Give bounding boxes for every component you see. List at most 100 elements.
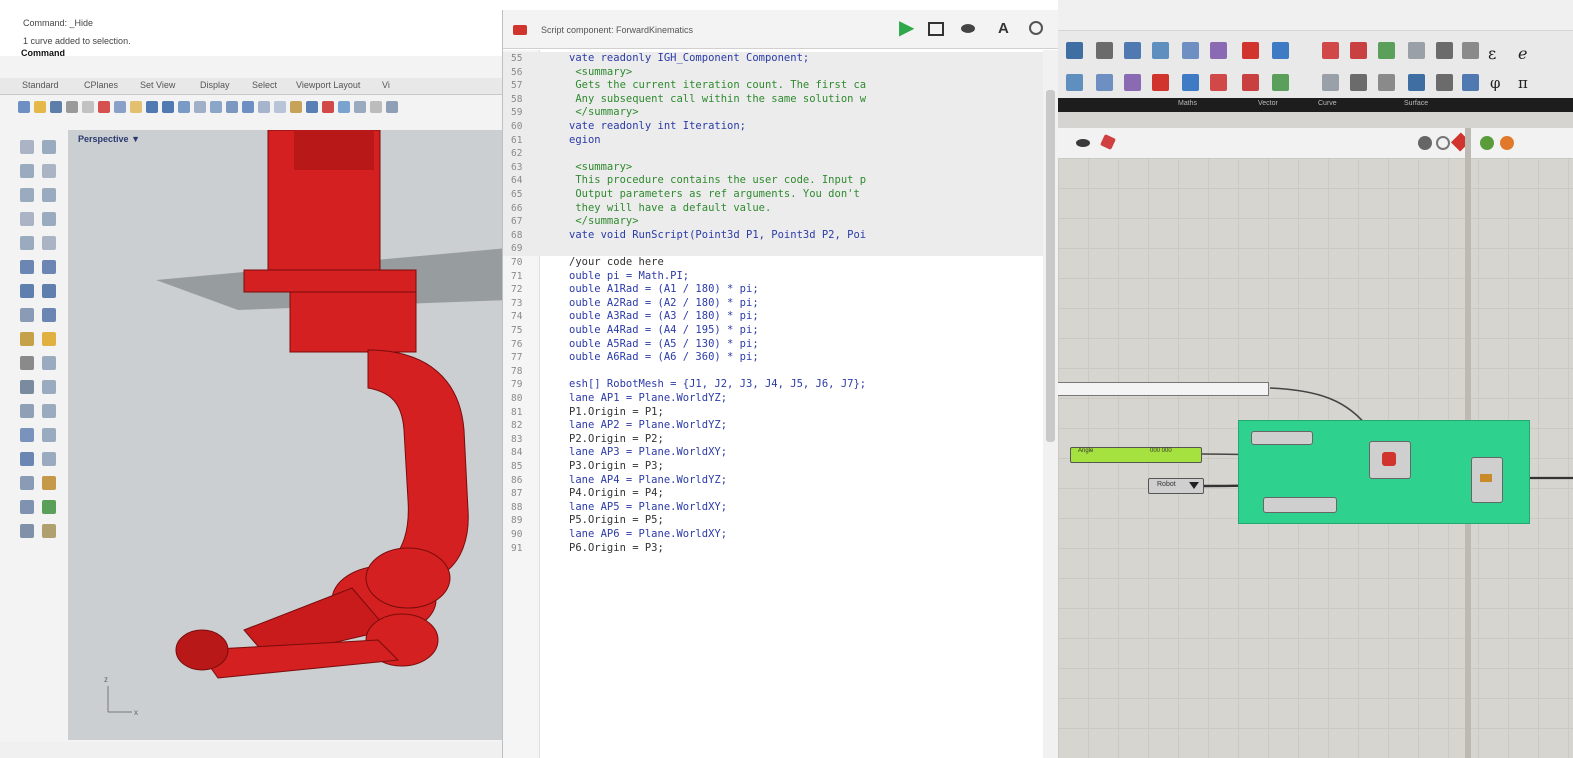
code-line[interactable]: 68 vate void RunScript(Point3d P1, Point3… bbox=[503, 228, 1043, 243]
join-icon[interactable] bbox=[20, 380, 34, 394]
four-views-icon[interactable] bbox=[274, 101, 286, 113]
grid-icon[interactable] bbox=[306, 101, 318, 113]
rotate-icon[interactable] bbox=[20, 428, 34, 442]
code-line[interactable]: 75 ouble A4Rad = (A4 / 195) * pi; bbox=[503, 324, 1043, 338]
dimension-icon[interactable] bbox=[20, 332, 34, 346]
extrude-icon[interactable] bbox=[42, 260, 56, 274]
script-component[interactable] bbox=[1369, 441, 1411, 479]
code-line[interactable]: 55 vate readonly IGH_Component Component; bbox=[503, 52, 1043, 66]
component-tab-icon[interactable] bbox=[1436, 42, 1453, 59]
solid-icon[interactable] bbox=[20, 284, 34, 298]
mesh-icon[interactable] bbox=[20, 308, 34, 322]
settings-icon[interactable] bbox=[1029, 21, 1043, 35]
zoom-extents-icon[interactable] bbox=[242, 101, 254, 113]
text-icon[interactable] bbox=[42, 332, 56, 346]
code-line[interactable]: 63 <summary> bbox=[503, 160, 1043, 175]
ribbon-group-label[interactable]: Vector bbox=[1258, 100, 1278, 107]
code-line[interactable]: 84 lane AP3 = Plane.WorldXY; bbox=[503, 446, 1043, 460]
polygon-icon[interactable] bbox=[42, 212, 56, 226]
component-tab-icon[interactable] bbox=[1272, 74, 1289, 91]
open-icon[interactable] bbox=[34, 101, 46, 113]
zoom-selected-icon[interactable] bbox=[258, 101, 270, 113]
code-line[interactable]: 85 P3.Origin = P3; bbox=[503, 460, 1043, 474]
tab-viewport-layout[interactable]: Viewport Layout bbox=[296, 80, 360, 90]
boolean-toggle[interactable] bbox=[1251, 431, 1313, 445]
tab-select[interactable]: Select bbox=[252, 80, 277, 90]
code-line[interactable]: 89 P5.Origin = P5; bbox=[503, 514, 1043, 528]
code-line[interactable]: 80 lane AP1 = Plane.WorldYZ; bbox=[503, 392, 1043, 406]
component-tab-icon[interactable] bbox=[1408, 74, 1425, 91]
object-properties-icon[interactable] bbox=[322, 101, 334, 113]
run-icon[interactable]: ▶ bbox=[899, 17, 914, 39]
component-group[interactable] bbox=[1238, 420, 1530, 524]
code-line[interactable]: 58 Any subsequent call within the same s… bbox=[503, 92, 1043, 107]
component-tab-icon[interactable] bbox=[1066, 42, 1083, 59]
component-tab-icon[interactable] bbox=[1152, 42, 1169, 59]
code-line[interactable]: 74 ouble A3Rad = (A3 / 180) * pi; bbox=[503, 310, 1043, 324]
split-icon[interactable] bbox=[42, 356, 56, 370]
component-tab-icon[interactable] bbox=[1322, 42, 1339, 59]
redo-icon[interactable] bbox=[162, 101, 174, 113]
properties-icon[interactable] bbox=[82, 101, 94, 113]
code-line[interactable]: 87 P4.Origin = P4; bbox=[503, 487, 1043, 501]
component-tab-icon[interactable] bbox=[1124, 74, 1141, 91]
e-constant-icon[interactable]: e bbox=[1518, 44, 1527, 63]
viewport-title[interactable]: Perspective ▼ bbox=[78, 134, 140, 144]
code-line[interactable]: 69 bbox=[503, 242, 1043, 256]
draw-order-icon[interactable] bbox=[42, 524, 56, 538]
component-tab-icon[interactable] bbox=[1210, 42, 1227, 59]
pan-icon[interactable] bbox=[178, 101, 190, 113]
code-line[interactable]: 73 ouble A2Rad = (A2 / 180) * pi; bbox=[503, 297, 1043, 311]
explode-icon[interactable] bbox=[42, 380, 56, 394]
epsilon-icon[interactable]: ε bbox=[1488, 44, 1496, 63]
select-icon[interactable] bbox=[290, 101, 302, 113]
tab-overflow[interactable]: Vi bbox=[382, 80, 390, 90]
command-prompt[interactable]: Command bbox=[21, 48, 510, 62]
code-line[interactable]: 60 vate readonly int Iteration; bbox=[503, 120, 1043, 134]
circle-icon[interactable] bbox=[20, 188, 34, 202]
component-tab-icon[interactable] bbox=[1272, 42, 1289, 59]
component-tab-icon[interactable] bbox=[1066, 74, 1083, 91]
paste-icon[interactable] bbox=[130, 101, 142, 113]
select-points-icon[interactable] bbox=[20, 140, 34, 154]
orange-sphere-icon[interactable] bbox=[1500, 136, 1514, 150]
colour-swatch[interactable] bbox=[1263, 497, 1337, 513]
code-line[interactable]: 78 bbox=[503, 365, 1043, 379]
copy-object-icon[interactable] bbox=[42, 404, 56, 418]
component-tab-icon[interactable] bbox=[1210, 74, 1227, 91]
component-tab-icon[interactable] bbox=[1124, 42, 1141, 59]
component-tab-icon[interactable] bbox=[1350, 42, 1367, 59]
rectangle-icon[interactable] bbox=[20, 212, 34, 226]
curve-tools-icon[interactable] bbox=[42, 236, 56, 250]
component-tab-icon[interactable] bbox=[1378, 42, 1395, 59]
ribbon-group-label[interactable]: Curve bbox=[1318, 100, 1337, 107]
scale-icon[interactable] bbox=[42, 428, 56, 442]
component-tab-icon[interactable] bbox=[1436, 74, 1453, 91]
code-line[interactable]: 82 lane AP2 = Plane.WorldYZ; bbox=[503, 419, 1043, 433]
code-line[interactable]: 72 ouble A1Rad = (A1 / 180) * pi; bbox=[503, 283, 1043, 297]
component-tab-icon[interactable] bbox=[1242, 74, 1259, 91]
compile-icon[interactable] bbox=[928, 22, 944, 36]
code-line[interactable]: 83 P2.Origin = P2; bbox=[503, 433, 1043, 447]
analyze-icon[interactable] bbox=[20, 476, 34, 490]
code-line[interactable]: 59 </summary> bbox=[503, 106, 1043, 120]
component-tab-icon[interactable] bbox=[1462, 74, 1479, 91]
preview-mode-icon[interactable] bbox=[1100, 134, 1116, 150]
tab-standard[interactable]: Standard bbox=[22, 80, 59, 90]
preview-eye-icon[interactable] bbox=[1076, 139, 1090, 147]
surface-icon[interactable] bbox=[20, 260, 34, 274]
perspective-viewport[interactable]: z x bbox=[68, 130, 510, 740]
array-icon[interactable] bbox=[20, 452, 34, 466]
custom-preview-component[interactable] bbox=[1471, 457, 1503, 503]
code-line[interactable]: 77 ouble A6Rad = (A6 / 360) * pi; bbox=[503, 351, 1043, 365]
code-line[interactable]: 67 </summary> bbox=[503, 215, 1043, 229]
render-mesh-icon[interactable] bbox=[42, 308, 56, 322]
line-icon[interactable] bbox=[20, 164, 34, 178]
eye-icon[interactable] bbox=[961, 24, 975, 33]
arc-icon[interactable] bbox=[42, 188, 56, 202]
mirror-icon[interactable] bbox=[42, 452, 56, 466]
options-icon[interactable] bbox=[386, 101, 398, 113]
component-tab-icon[interactable] bbox=[1350, 74, 1367, 91]
polyline-icon[interactable] bbox=[42, 140, 56, 154]
move-icon[interactable] bbox=[20, 404, 34, 418]
